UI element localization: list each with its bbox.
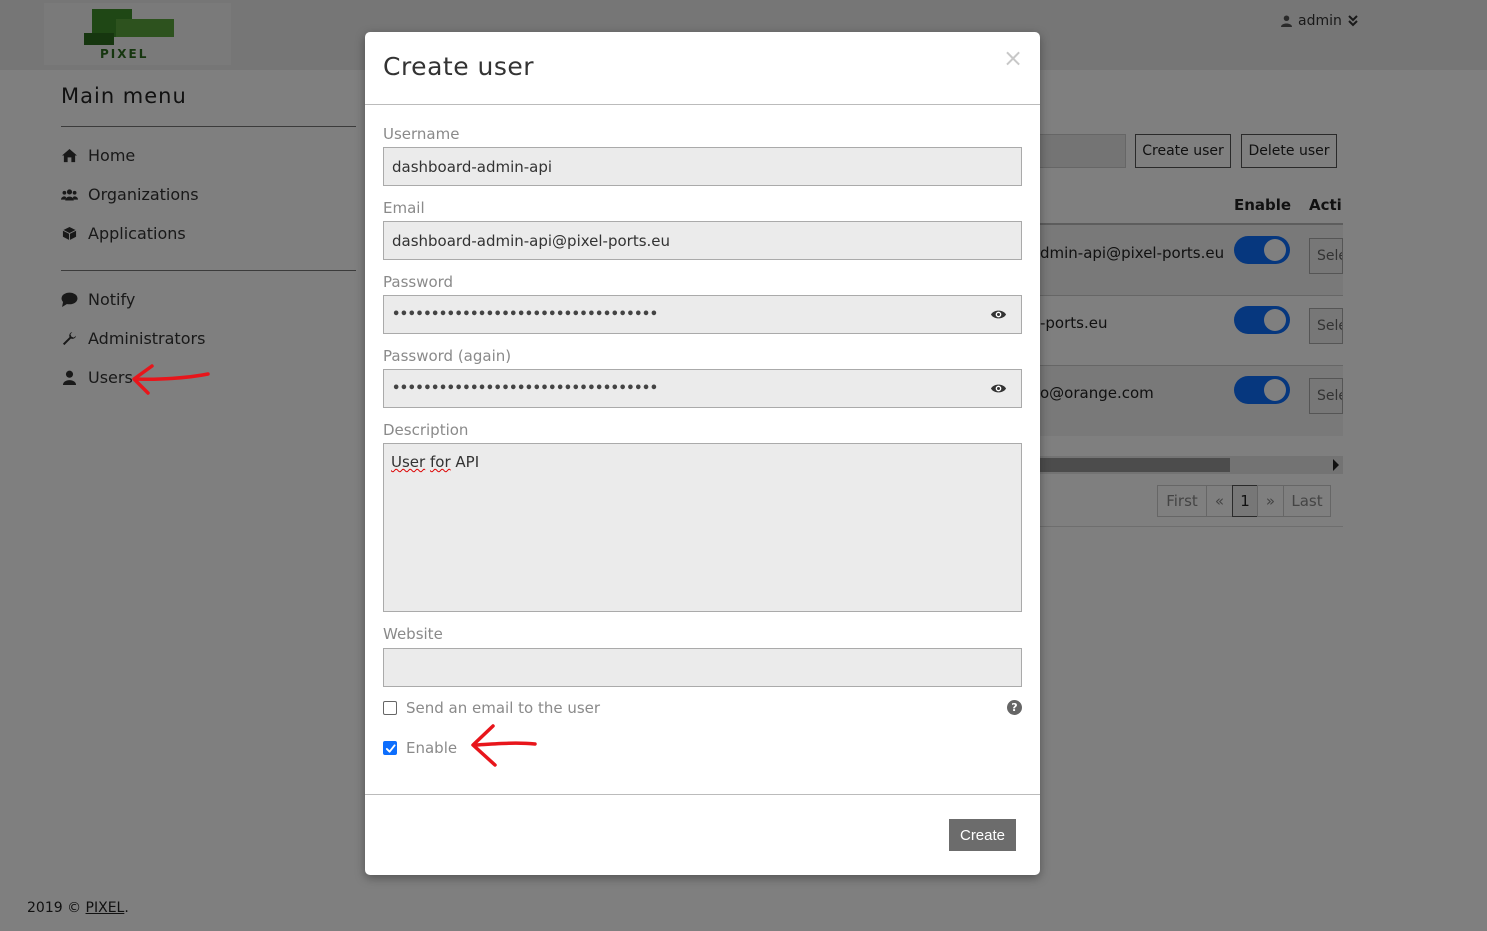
username-label: Username xyxy=(383,125,460,143)
password-again-value: •••••••••••••••••••••••••••••••••• xyxy=(392,381,658,396)
password-again-label: Password (again) xyxy=(383,347,512,365)
help-icon[interactable]: ? xyxy=(1007,700,1022,715)
eye-icon[interactable] xyxy=(990,308,1007,321)
enable-checkbox[interactable] xyxy=(383,741,397,755)
email-field[interactable]: dashboard-admin-api@pixel-ports.eu xyxy=(383,221,1022,260)
description-label: Description xyxy=(383,421,469,439)
enable-label: Enable xyxy=(406,739,458,757)
description-word-api: API xyxy=(455,453,480,471)
username-value: dashboard-admin-api xyxy=(392,157,553,176)
password-field[interactable]: •••••••••••••••••••••••••••••••••• xyxy=(383,295,1022,334)
password-value: •••••••••••••••••••••••••••••••••• xyxy=(392,307,658,322)
password-label: Password xyxy=(383,273,454,291)
annotation-arrow-icon xyxy=(471,724,537,767)
website-field[interactable] xyxy=(383,648,1022,687)
description-word-for: for xyxy=(429,453,451,471)
username-field[interactable]: dashboard-admin-api xyxy=(383,147,1022,186)
send-email-checkbox-row[interactable]: Send an email to the user xyxy=(383,699,600,717)
email-value: dashboard-admin-api@pixel-ports.eu xyxy=(392,231,671,250)
modal-footer-divider xyxy=(365,794,1040,795)
modal-title: Create user xyxy=(383,52,535,81)
modal-header: Create user × xyxy=(365,32,1040,105)
close-icon[interactable]: × xyxy=(1003,44,1023,72)
enable-checkbox-row[interactable]: Enable xyxy=(383,739,457,757)
create-button[interactable]: Create xyxy=(949,819,1016,851)
website-label: Website xyxy=(383,625,443,643)
password-again-field[interactable]: •••••••••••••••••••••••••••••••••• xyxy=(383,369,1022,408)
annotation-arrow-icon xyxy=(132,364,210,395)
send-email-checkbox[interactable] xyxy=(383,701,397,715)
description-textarea[interactable]: User for API xyxy=(383,443,1022,612)
checkmark-icon xyxy=(385,743,396,753)
description-word-user: User xyxy=(391,453,426,471)
send-email-label: Send an email to the user xyxy=(406,699,601,717)
email-label: Email xyxy=(383,199,425,217)
eye-icon[interactable] xyxy=(990,382,1007,395)
create-user-modal: Create user × Username dashboard-admin-a… xyxy=(365,32,1040,875)
